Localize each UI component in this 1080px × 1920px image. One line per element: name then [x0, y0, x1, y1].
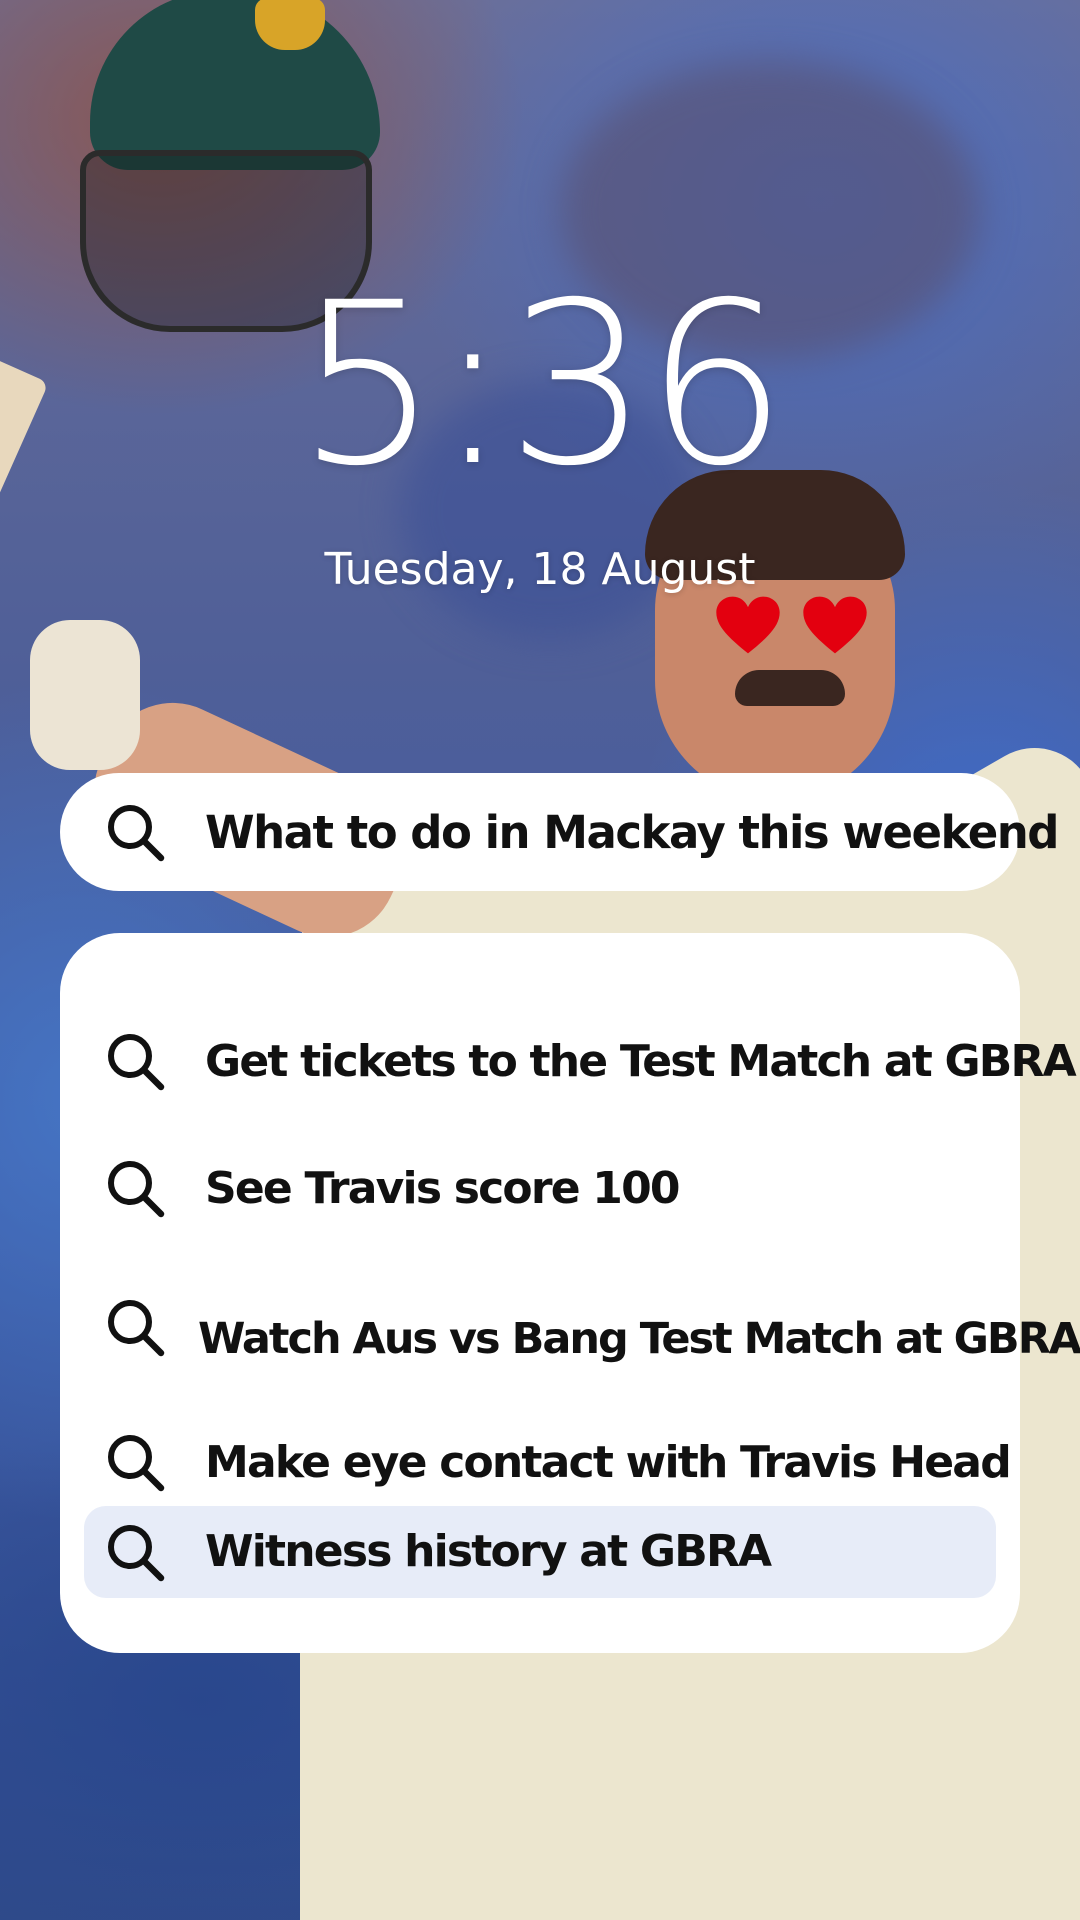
- search-icon: [104, 1030, 166, 1092]
- lock-screen-date: Tuesday, 18 August: [324, 544, 756, 595]
- search-query: What to do in Mackay this weekend: [205, 805, 1059, 859]
- search-icon: [104, 801, 166, 863]
- heart-icon: [715, 595, 781, 655]
- heart-icon: [802, 595, 868, 655]
- suggestion-item[interactable]: See Travis score 100: [84, 1144, 996, 1234]
- batting-glove: [30, 620, 140, 770]
- suggestion-label: Witness history at GBRA: [205, 1526, 772, 1577]
- suggestion-item-highlighted[interactable]: Witness history at GBRA: [84, 1506, 996, 1598]
- search-icon: [104, 1521, 166, 1583]
- suggestion-label: Get tickets to the Test Match at GBRA: [205, 1036, 1077, 1087]
- player-moustache: [735, 670, 845, 706]
- search-suggestions: Get tickets to the Test Match at GBRA Se…: [60, 933, 1080, 1653]
- lock-screen-clock: 5:36: [296, 254, 787, 515]
- suggestion-item[interactable]: Get tickets to the Test Match at GBRA: [84, 1017, 1077, 1107]
- suggestion-label: Watch Aus vs Bang Test Match at GBRA: [198, 1314, 1080, 1364]
- suggestion-item[interactable]: Make eye contact with Travis Head: [84, 1418, 1012, 1508]
- cricket-helmet: [90, 0, 380, 170]
- suggestion-label: Make eye contact with Travis Head: [205, 1437, 1012, 1488]
- search-icon: [104, 1431, 166, 1493]
- search-icon: [104, 1296, 166, 1358]
- suggestion-item[interactable]: Watch Aus vs Bang Test Match at GBRA: [84, 1290, 1080, 1380]
- search-bar[interactable]: What to do in Mackay this weekend: [60, 773, 1059, 891]
- search-icon: [104, 1157, 166, 1219]
- suggestion-label: See Travis score 100: [205, 1163, 681, 1214]
